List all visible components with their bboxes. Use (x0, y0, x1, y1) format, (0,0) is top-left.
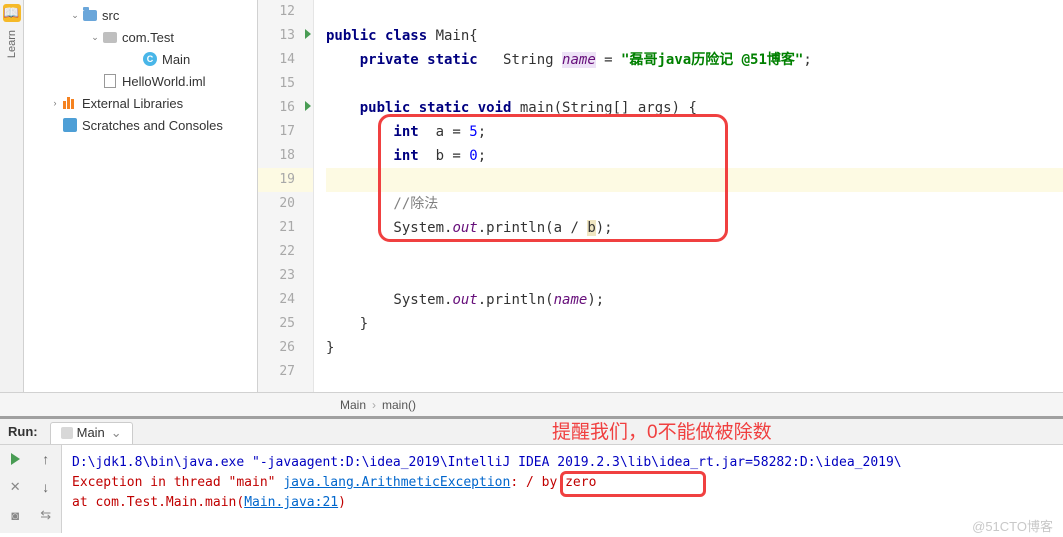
tree-scratches[interactable]: Scratches and Consoles (24, 114, 257, 136)
console-line: Exception in thread "main" java.lang.Ari… (72, 473, 1053, 493)
rerun-button[interactable] (0, 445, 31, 473)
line-number: 19 (258, 168, 313, 192)
tree-item-label: Scratches and Consoles (82, 118, 223, 133)
line-number: 12 (258, 0, 313, 24)
line-number: 16 (258, 96, 313, 120)
learn-icon[interactable]: 📖 (3, 4, 21, 22)
stop-button[interactable]: ✕ (0, 473, 31, 501)
code-editor[interactable]: 12 13 14 15 16 17 18 19 20 21 22 23 24 2… (258, 0, 1063, 392)
chevron-right-icon: › (372, 398, 376, 412)
chinese-annotation: 提醒我们，0不能做被除数 (552, 417, 772, 444)
console-output[interactable]: D:\jdk1.8\bin\java.exe "-javaagent:D:\id… (62, 445, 1063, 533)
tree-package[interactable]: ⌄ com.Test (24, 26, 257, 48)
file-icon (102, 73, 118, 89)
left-bar-label[interactable]: Learn (6, 30, 18, 58)
chevron-down-icon: ⌄ (88, 32, 102, 43)
stacktrace-link[interactable]: Main.java:21 (244, 495, 338, 510)
run-tab[interactable]: Main ⌄ (50, 422, 133, 444)
code-line: public static void main(String[] args) { (326, 96, 1063, 120)
run-toolbar: ↑ ✕ ↓ ◙ ⇆ (0, 445, 62, 533)
line-number: 26 (258, 336, 313, 360)
line-number: 20 (258, 192, 313, 216)
library-icon (62, 95, 78, 111)
line-number: 23 (258, 264, 313, 288)
code-line: public class Main{ (326, 24, 1063, 48)
line-number: 15 (258, 72, 313, 96)
console-line: at com.Test.Main.main(Main.java:21) (72, 493, 1053, 513)
down-button[interactable]: ↓ (31, 473, 62, 501)
tree-item-label: HelloWorld.iml (122, 74, 206, 89)
code-line: System.out.println(name); (326, 288, 1063, 312)
run-gutter-icon[interactable] (305, 29, 311, 39)
line-number: 13 (258, 24, 313, 48)
code-line: int b = 0; (326, 144, 1063, 168)
breadcrumb-item[interactable]: Main (340, 398, 366, 412)
code-line: int a = 5; (326, 120, 1063, 144)
code-line (326, 240, 1063, 264)
line-number: 17 (258, 120, 313, 144)
editor-gutter: 12 13 14 15 16 17 18 19 20 21 22 23 24 2… (258, 0, 314, 392)
code-line: } (326, 336, 1063, 360)
watermark: @51CTO博客 (972, 516, 1053, 535)
project-tree: ⌄ src ⌄ com.Test C Main HelloWorld.iml ›… (24, 0, 258, 392)
chevron-down-icon: ⌄ (111, 425, 122, 441)
run-header: Run: Main ⌄ 提醒我们，0不能做被除数 (0, 419, 1063, 445)
tree-iml-file[interactable]: HelloWorld.iml (24, 70, 257, 92)
code-line (326, 72, 1063, 96)
tree-item-label: src (102, 8, 119, 23)
tree-external-libs[interactable]: › External Libraries (24, 92, 257, 114)
breadcrumb-item[interactable]: main() (382, 398, 416, 412)
line-number: 14 (258, 48, 313, 72)
line-number: 22 (258, 240, 313, 264)
code-line (326, 264, 1063, 288)
code-line (326, 360, 1063, 384)
java-class-icon: C (142, 51, 158, 67)
code-line: System.out.println(a / b); (326, 216, 1063, 240)
folder-icon (102, 29, 118, 45)
tree-item-label: External Libraries (82, 96, 183, 111)
run-title: Run: (8, 424, 38, 439)
line-number: 27 (258, 360, 313, 384)
tree-src[interactable]: ⌄ src (24, 4, 257, 26)
line-number: 25 (258, 312, 313, 336)
code-area[interactable]: public class Main{ private static String… (314, 0, 1063, 392)
line-number: 21 (258, 216, 313, 240)
line-number: 18 (258, 144, 313, 168)
up-button[interactable]: ↑ (31, 445, 62, 473)
run-tab-label: Main (77, 425, 105, 440)
run-gutter-icon[interactable] (305, 101, 311, 111)
left-tool-bar: 📖 Learn (0, 0, 24, 392)
code-line: } (326, 312, 1063, 336)
tree-main-class[interactable]: C Main (24, 48, 257, 70)
exception-link[interactable]: java.lang.ArithmeticException (283, 475, 510, 490)
tab-icon (61, 427, 73, 439)
code-line: private static String name = "磊哥java历险记 … (326, 48, 1063, 72)
code-line (326, 168, 1063, 192)
tree-item-label: Main (162, 52, 190, 67)
run-tool-window: Run: Main ⌄ 提醒我们，0不能做被除数 ↑ ✕ ↓ ◙ ⇆ D:\jd… (0, 416, 1063, 533)
camera-button[interactable]: ◙ (0, 501, 31, 529)
folder-icon (82, 7, 98, 23)
code-line: //除法 (326, 192, 1063, 216)
chevron-right-icon: › (48, 98, 62, 108)
code-line (326, 0, 1063, 24)
line-number: 24 (258, 288, 313, 312)
tree-item-label: com.Test (122, 30, 174, 45)
breadcrumb[interactable]: Main › main() (0, 392, 1063, 416)
wrap-button[interactable]: ⇆ (31, 501, 62, 529)
console-line: D:\jdk1.8\bin\java.exe "-javaagent:D:\id… (72, 453, 1053, 473)
chevron-down-icon: ⌄ (68, 10, 82, 21)
scratch-icon (62, 117, 78, 133)
